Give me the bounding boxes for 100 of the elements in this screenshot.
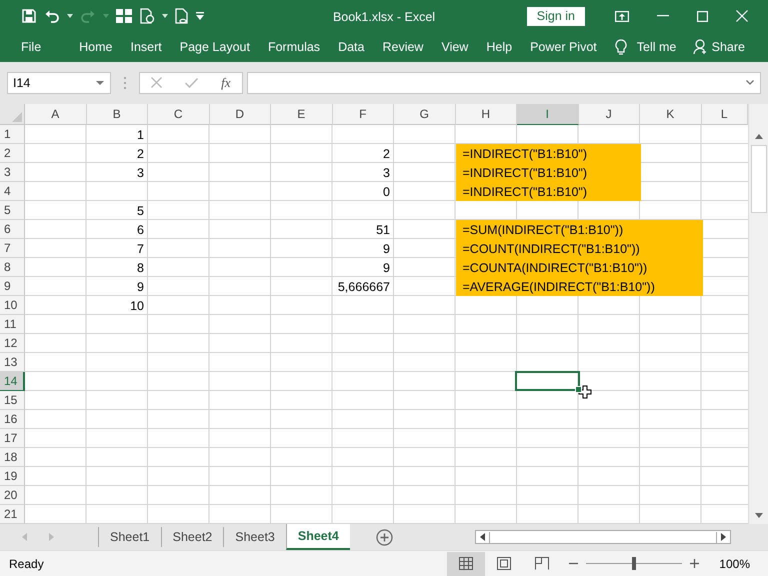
scroll-down-icon[interactable] xyxy=(754,513,762,518)
ribbon-display-icon[interactable] xyxy=(615,10,629,22)
column-header[interactable]: D xyxy=(210,104,271,126)
zoom-level[interactable]: 100% xyxy=(719,556,750,571)
ribbon-tab[interactable]: Review xyxy=(382,40,424,54)
row-header[interactable]: 17 xyxy=(0,429,25,448)
column-header[interactable]: K xyxy=(640,104,702,126)
active-cell[interactable] xyxy=(515,371,580,392)
page-icon xyxy=(497,557,512,570)
cell-value: 3 xyxy=(383,166,391,180)
cell-value: 6 xyxy=(137,222,145,237)
sheet-tab[interactable]: Sheet4 xyxy=(286,523,350,550)
person-icon xyxy=(692,39,708,56)
zoom-slider-thumb[interactable] xyxy=(632,557,636,570)
horizontal-scrollbar[interactable] xyxy=(474,530,731,544)
plus-cursor-icon xyxy=(578,385,592,400)
row-header[interactable]: 16 xyxy=(0,410,25,430)
cell-value: =SUM(INDIRECT("B1:B10")) xyxy=(462,222,624,237)
share-button[interactable]: Share xyxy=(692,39,745,56)
row-header[interactable]: 15 xyxy=(0,391,25,410)
row-header[interactable]: 9 xyxy=(0,277,25,296)
form-icon[interactable] xyxy=(116,9,132,24)
row-header[interactable]: 4 xyxy=(0,182,25,202)
ribbon-tab[interactable]: File xyxy=(21,40,42,54)
caret-icon[interactable] xyxy=(162,14,168,18)
cancel-icon xyxy=(151,77,162,88)
cell-value: =COUNTA(INDIRECT("B1:B10")) xyxy=(462,260,648,275)
ribbon-tab[interactable]: Insert xyxy=(130,40,162,54)
row-header[interactable]: 14 xyxy=(0,372,25,392)
document-refresh-icon[interactable] xyxy=(139,8,155,24)
row-header[interactable]: 11 xyxy=(0,315,25,334)
ribbon-tab[interactable]: Home xyxy=(79,40,112,54)
tell-me-search[interactable]: Tell me xyxy=(636,40,676,54)
column-header[interactable]: A xyxy=(25,104,86,126)
scrollbar-thumb[interactable] xyxy=(750,145,766,214)
cell-value: 9 xyxy=(383,242,391,256)
row-header[interactable]: 21 xyxy=(0,505,25,524)
insert-function-button[interactable]: fx xyxy=(221,74,231,91)
cell-value: 1 xyxy=(137,128,145,142)
column-header[interactable]: J xyxy=(578,104,640,126)
document-link-icon[interactable] xyxy=(175,8,189,24)
column-header[interactable]: B xyxy=(86,104,148,126)
name-box[interactable]: I14 xyxy=(7,72,111,94)
maximize-icon[interactable] xyxy=(697,10,708,22)
row-header[interactable]: 3 xyxy=(0,163,25,182)
column-header[interactable]: F xyxy=(332,104,394,126)
row-header[interactable]: 20 xyxy=(0,486,25,506)
lightbulb-icon[interactable] xyxy=(614,38,627,56)
sheet-tab[interactable]: Sheet2 xyxy=(160,527,224,548)
row-header[interactable]: 13 xyxy=(0,353,25,372)
column-header[interactable]: L xyxy=(702,104,748,126)
row-header[interactable]: 18 xyxy=(0,448,25,468)
formula-input[interactable] xyxy=(247,72,761,94)
scroll-up-icon[interactable] xyxy=(754,134,762,140)
page-break-icon xyxy=(535,557,550,570)
row-header[interactable]: 12 xyxy=(0,334,25,354)
row-header[interactable]: 10 xyxy=(0,296,25,316)
column-header[interactable]: I xyxy=(517,104,578,126)
zoom-in-icon[interactable] xyxy=(690,559,700,568)
vertical-scrollbar[interactable] xyxy=(748,104,768,524)
undo-icon[interactable] xyxy=(44,8,60,24)
add-sheet-icon[interactable] xyxy=(376,528,393,546)
cell-value: =INDIRECT("B1:B10") xyxy=(462,146,588,161)
minimize-icon[interactable] xyxy=(657,15,669,18)
column-header[interactable]: G xyxy=(394,104,456,126)
cell-value: 2 xyxy=(383,146,391,161)
row-header[interactable]: 2 xyxy=(0,144,25,164)
ribbon-tab[interactable]: Help xyxy=(486,40,512,54)
dropdown-caret-icon[interactable] xyxy=(96,80,104,85)
next-sheet-icon xyxy=(49,533,54,542)
row-header[interactable]: 19 xyxy=(0,467,25,486)
cell-value: 5,666667 xyxy=(338,280,391,294)
ribbon-tab[interactable]: Formulas xyxy=(268,40,320,54)
row-header[interactable]: 8 xyxy=(0,258,25,278)
row-header[interactable]: 6 xyxy=(0,220,25,240)
column-header[interactable]: H xyxy=(456,104,517,126)
customize-toolbar-icon[interactable] xyxy=(196,12,204,20)
row-header[interactable]: 7 xyxy=(0,239,25,258)
caret-icon[interactable] xyxy=(67,14,73,18)
ribbon-tab[interactable]: Power Pivot xyxy=(530,40,597,54)
scroll-right-icon[interactable] xyxy=(720,533,726,542)
ribbon-tab[interactable]: Page Layout xyxy=(180,40,250,54)
column-header[interactable]: E xyxy=(271,104,332,126)
close-icon[interactable] xyxy=(736,10,748,22)
expand-caret-icon[interactable] xyxy=(746,80,754,86)
formula-buttons-field[interactable]: fx xyxy=(139,72,243,94)
view-button[interactable] xyxy=(447,552,486,576)
column-header[interactable]: C xyxy=(148,104,210,126)
scroll-left-icon[interactable] xyxy=(480,533,485,542)
ribbon-tab[interactable]: Data xyxy=(338,40,364,54)
row-header[interactable]: 1 xyxy=(0,125,25,144)
save-icon[interactable] xyxy=(21,8,37,24)
ribbon-tab[interactable]: View xyxy=(441,40,468,54)
cell-value: 3 xyxy=(137,166,145,180)
status-text: Ready xyxy=(9,556,44,571)
row-header[interactable]: 5 xyxy=(0,201,25,220)
scrollbar-thumb[interactable] xyxy=(488,532,717,543)
caret-icon xyxy=(103,14,109,18)
sign-in-button[interactable]: Sign in xyxy=(526,6,585,26)
sheet-tab[interactable]: Sheet1 xyxy=(98,527,161,548)
